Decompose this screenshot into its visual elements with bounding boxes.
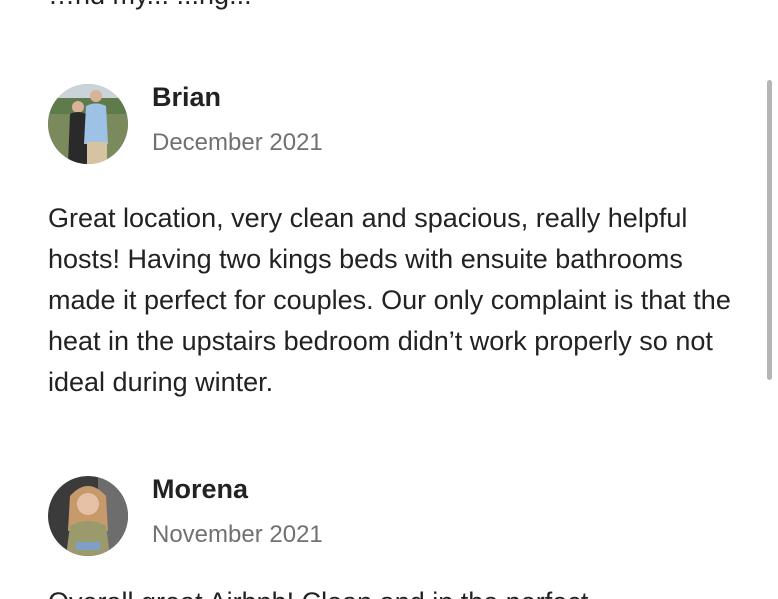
next-review-text-clipped: Overall great Airbnb! Clean and in the p…	[48, 582, 611, 599]
reviewer-name: Morena	[152, 474, 249, 504]
previous-review-text-clipped: …nd my... ...ng...	[48, 0, 252, 16]
review-header: Brian December 2021	[48, 82, 748, 164]
reviewer-avatar[interactable]	[48, 476, 128, 556]
reviewer-meta: Brian December 2021	[152, 82, 323, 158]
scrollbar[interactable]	[767, 80, 772, 380]
avatar-photo-woman	[48, 476, 128, 556]
review-item: Brian December 2021 Great location, very…	[48, 82, 748, 403]
review-date: November 2021	[152, 521, 323, 548]
avatar-photo-couple	[48, 84, 128, 164]
reviewer-name: Brian	[152, 82, 222, 112]
reviews-page: …nd my... ...ng... Brian December	[0, 0, 778, 599]
review-item: Morena November 2021	[48, 474, 748, 556]
review-header: Morena November 2021	[48, 474, 748, 556]
reviewer-meta: Morena November 2021	[152, 474, 323, 550]
review-text: Great location, very clean and spacious,…	[48, 203, 731, 397]
review-date: December 2021	[152, 129, 323, 156]
reviewer-avatar[interactable]	[48, 84, 128, 164]
